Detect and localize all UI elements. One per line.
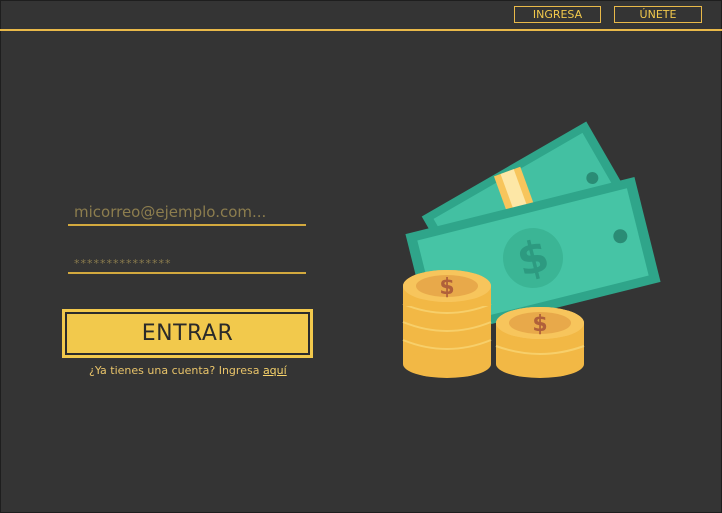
- enter-button[interactable]: ENTRAR: [62, 309, 313, 358]
- account-prompt-text: ¿Ya tienes una cuenta? Ingresa: [89, 364, 263, 377]
- enter-button-label: ENTRAR: [65, 312, 310, 355]
- password-field[interactable]: [68, 254, 306, 274]
- coin-stack-large: $: [402, 270, 492, 378]
- signup-button[interactable]: ÚNETE: [614, 6, 702, 23]
- login-button[interactable]: INGRESA: [514, 6, 601, 23]
- coin-dollar-symbol-large: $: [439, 275, 454, 300]
- email-field[interactable]: [68, 200, 306, 224]
- password-field-container: [68, 252, 306, 274]
- top-navigation-bar: INGRESA ÚNETE: [0, 0, 722, 31]
- account-prompt: ¿Ya tienes una cuenta? Ingresa aquí: [89, 364, 287, 377]
- login-here-link[interactable]: aquí: [263, 364, 287, 377]
- email-field-container: [68, 200, 306, 226]
- coin-dollar-symbol-small: $: [532, 312, 547, 337]
- money-illustration: $ $ $: [402, 121, 661, 378]
- coin-stack-small: $: [495, 307, 585, 378]
